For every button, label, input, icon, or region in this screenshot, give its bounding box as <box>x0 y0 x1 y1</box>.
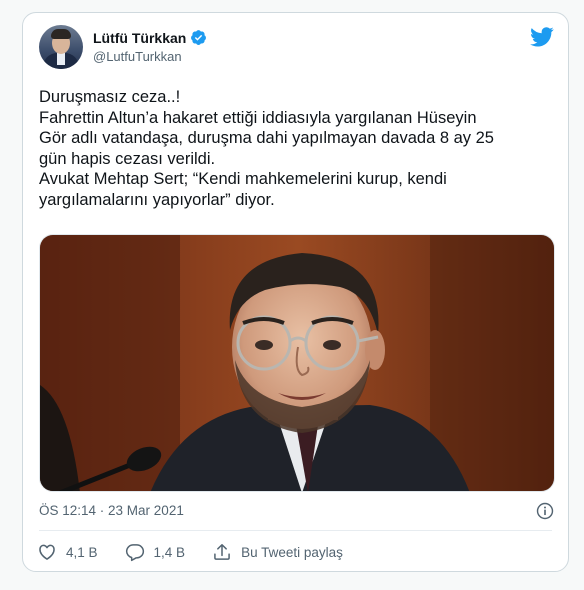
tweet-timestamp[interactable]: ÖS 12:14 · 23 Mar 2021 <box>39 503 184 518</box>
verified-badge-icon <box>191 30 207 45</box>
share-label: Bu Tweeti paylaş <box>241 544 343 560</box>
reply-button[interactable]: 1,4 B <box>125 542 186 562</box>
tweet-line: Gör adlı vatandaşa, duruşma dahi yapılma… <box>39 129 494 148</box>
tweet-text: Duruşmasız ceza..! Fahrettin Altun’a hak… <box>39 87 554 211</box>
avatar[interactable] <box>39 25 83 69</box>
share-button[interactable]: Bu Tweeti paylaş <box>212 542 343 562</box>
tweet-line: gün hapis cezası verildi. <box>39 149 216 168</box>
like-button[interactable]: 4,1 B <box>37 542 98 562</box>
author-name-row[interactable]: Lütfü Türkkan <box>93 29 207 46</box>
reply-count: 1,4 B <box>153 544 186 560</box>
like-count: 4,1 B <box>66 544 98 560</box>
reply-icon <box>125 544 144 562</box>
tweet-photo[interactable] <box>39 234 555 492</box>
info-icon[interactable] <box>536 502 554 520</box>
share-icon <box>214 544 230 560</box>
tweet-line: Duruşmasız ceza..! <box>39 88 181 106</box>
twitter-bird-icon[interactable] <box>530 27 554 47</box>
tweet-line: Fahrettin Altun’a hakaret ettiği iddiası… <box>39 108 477 127</box>
divider <box>39 530 552 531</box>
tweet-card[interactable]: Lütfü Türkkan @LutfuTurkkan Duruşmasız c… <box>22 12 569 572</box>
heart-icon <box>39 544 55 560</box>
tweet-line: yargılamalarını yapıyorlar” diyor. <box>39 190 275 209</box>
author-handle[interactable]: @LutfuTurkkan <box>93 49 182 64</box>
tweet-line: Avukat Mehtap Sert; “Kendi mahkemelerini… <box>39 170 447 189</box>
tweet-actions: 4,1 B 1,4 B Bu Tweeti paylaş <box>37 542 370 562</box>
author-display-name[interactable]: Lütfü Türkkan <box>93 30 186 46</box>
tweet-photo-image <box>40 235 554 491</box>
